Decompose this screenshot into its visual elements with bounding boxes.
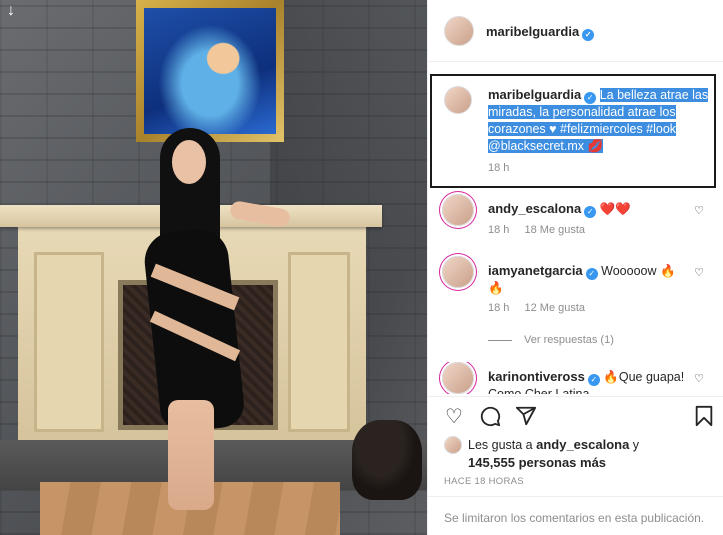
caption-text: maribelguardia ✓ La belleza atrae las mir… xyxy=(488,86,710,155)
author-avatar[interactable] xyxy=(444,16,474,46)
woman-legs xyxy=(168,400,214,510)
heart-icon[interactable]: ♡ xyxy=(442,405,466,429)
author-username[interactable]: maribelguardia ✓ xyxy=(486,24,595,41)
post-timestamp: HACE 18 HORAS xyxy=(444,476,524,487)
commenter-username[interactable]: karinontiveross xyxy=(488,369,585,384)
liker-avatar[interactable] xyxy=(444,436,462,454)
woman-face xyxy=(172,140,206,184)
comment-likes[interactable]: 18 Me gusta xyxy=(524,224,585,236)
comments-limited-notice: Se limitaron los comentarios en esta pub… xyxy=(428,496,723,535)
comment-meta: 18 h 18 Me gusta xyxy=(488,224,597,236)
bookmark-icon[interactable] xyxy=(692,405,716,429)
post-detail-panel: maribelguardia ✓ maribelguardia ✓ La belle… xyxy=(427,0,723,535)
replies-divider xyxy=(488,339,512,341)
likes-count[interactable]: 145,555 personas más xyxy=(468,455,606,470)
verified-badge-icon: ✓ xyxy=(585,268,598,280)
liker-username[interactable]: andy_escalona xyxy=(536,437,629,452)
comment-time: 18 h xyxy=(488,302,510,314)
comment-likes[interactable]: 12 Me gusta xyxy=(524,302,585,314)
comment-meta: 18 h 12 Me gusta xyxy=(488,302,597,314)
fireplace-panel-right xyxy=(288,252,350,432)
post-header: maribelguardia ✓ xyxy=(428,0,723,62)
caption-author-avatar[interactable] xyxy=(444,86,472,114)
comment-item: karinontiveross ✓ 🔥Que guapa! Como Cher L… xyxy=(428,362,723,394)
comment-text: karinontiveross ✓ 🔥Que guapa! Como Cher L… xyxy=(488,368,688,394)
heart-icon[interactable]: ♡ xyxy=(694,204,704,217)
comment-text: andy_escalona ✓ ❤️❤️ xyxy=(488,200,688,218)
verified-badge-icon: ✓ xyxy=(584,206,597,218)
verified-badge-icon: ✓ xyxy=(582,29,595,41)
view-replies[interactable]: Ver respuestas (1) xyxy=(488,334,614,346)
caption-username[interactable]: maribelguardia xyxy=(488,87,581,102)
commenter-avatar[interactable] xyxy=(442,194,474,226)
heart-icon[interactable]: ♡ xyxy=(694,372,704,385)
commenter-avatar[interactable] xyxy=(442,362,474,394)
comment-text: iamyanetgarcia ✓ Wooooow 🔥 🔥 xyxy=(488,262,688,297)
fireplace-panel-left xyxy=(34,252,104,432)
comment-icon[interactable] xyxy=(478,405,502,429)
small-dog xyxy=(352,420,422,500)
post-caption: maribelguardia ✓ La belleza atrae las mir… xyxy=(430,74,716,188)
caption-timestamp: 18 h xyxy=(488,162,510,174)
post-action-bar: ♡ xyxy=(428,396,723,436)
angel-painting xyxy=(136,0,284,142)
share-icon[interactable] xyxy=(514,405,538,429)
commenter-avatar[interactable] xyxy=(442,256,474,288)
verified-badge-icon: ✓ xyxy=(584,92,597,104)
comment-body: ❤️❤️ xyxy=(599,202,631,216)
verified-badge-icon: ✓ xyxy=(587,374,600,386)
commenter-username[interactable]: andy_escalona xyxy=(488,201,581,216)
likes-text: Les gusta a andy_escalona y 145,555 pers… xyxy=(468,437,640,470)
down-arrow-icon[interactable]: ↓ xyxy=(2,2,20,20)
post-photo[interactable]: ↓ xyxy=(0,0,427,535)
commenter-username[interactable]: iamyanetgarcia xyxy=(488,263,583,278)
comment-time: 18 h xyxy=(488,224,510,236)
heart-icon[interactable]: ♡ xyxy=(694,266,704,279)
